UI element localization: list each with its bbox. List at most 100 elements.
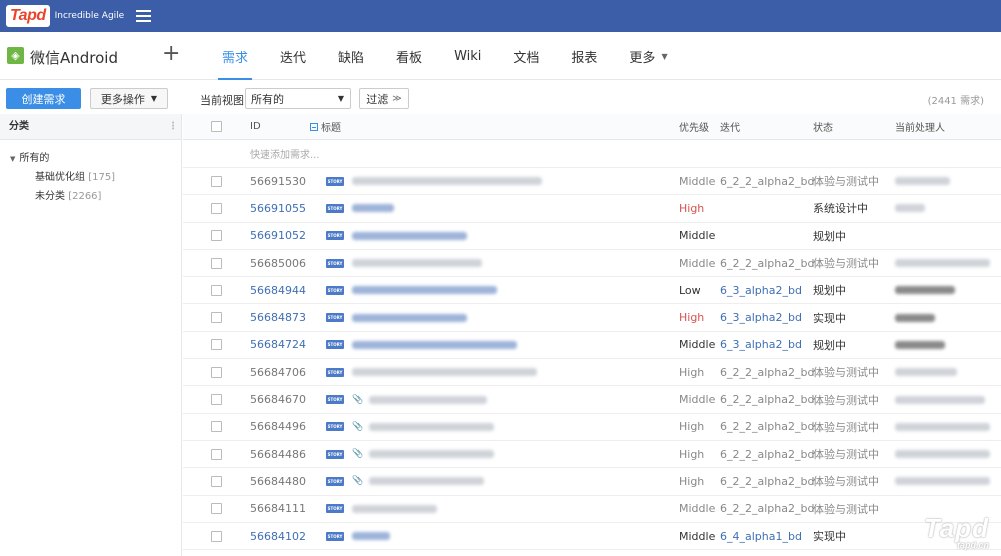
table-row[interactable]: 56684706 STORY High 6_2_2_alpha2_bd 体验与测试中 xyxy=(183,359,1001,387)
story-status[interactable]: 体验与测试中 xyxy=(813,359,879,385)
column-header-priority[interactable]: 优先级 xyxy=(679,114,709,139)
tab-reports[interactable]: 报表 xyxy=(559,32,609,80)
table-row[interactable]: 56684486 STORY 📎 High 6_2_2_alpha2_bd 体验与测试中 xyxy=(183,441,1001,469)
story-iteration[interactable]: 6_3_alpha2_bd xyxy=(720,304,802,330)
blurred-title[interactable] xyxy=(352,286,497,295)
blurred-title[interactable] xyxy=(352,532,390,540)
create-story-button[interactable]: 创建需求 xyxy=(6,88,81,109)
story-title[interactable]: STORY 📎 xyxy=(326,414,495,440)
row-checkbox[interactable] xyxy=(211,468,222,494)
story-title[interactable]: STORY xyxy=(326,523,390,549)
column-header-owner[interactable]: 当前处理人 xyxy=(895,114,945,139)
story-iteration[interactable]: 6_2_2_alpha2_bd xyxy=(720,441,814,467)
blurred-title[interactable] xyxy=(369,395,488,404)
story-status[interactable]: 体验与测试中 xyxy=(813,414,879,440)
row-checkbox[interactable] xyxy=(211,250,222,276)
story-owner[interactable] xyxy=(895,250,990,276)
story-status[interactable]: 实现中 xyxy=(813,523,846,549)
story-id[interactable]: 56684944 xyxy=(250,277,306,303)
blurred-title[interactable] xyxy=(352,231,467,240)
story-owner[interactable] xyxy=(895,468,990,494)
story-owner[interactable] xyxy=(895,386,985,412)
story-status[interactable]: 规划中 xyxy=(813,277,846,303)
story-iteration[interactable]: 6_2_2_alpha2_bd xyxy=(720,250,814,276)
story-iteration[interactable]: 6_2_2_alpha2_bd xyxy=(720,168,814,194)
story-title[interactable]: STORY 📎 xyxy=(326,468,485,494)
quick-add-row[interactable]: 快速添加需求... xyxy=(183,140,1001,168)
column-header-status[interactable]: 状态 xyxy=(813,114,833,139)
blurred-title[interactable] xyxy=(369,422,495,431)
blurred-title[interactable] xyxy=(352,177,542,186)
story-id[interactable]: 56684102 xyxy=(250,523,306,549)
story-title[interactable]: STORY xyxy=(326,304,467,330)
table-row[interactable]: 56684496 STORY 📎 High 6_2_2_alpha2_bd 体验与测试中 xyxy=(183,414,1001,441)
blurred-title[interactable] xyxy=(352,368,537,377)
story-id[interactable]: 56684706 xyxy=(250,359,306,385)
story-owner[interactable] xyxy=(895,414,990,440)
tree-item-all[interactable]: ▼ 所有的 xyxy=(0,140,181,164)
collapse-icon[interactable] xyxy=(310,122,318,131)
story-iteration[interactable]: 6_2_2_alpha2_bd xyxy=(720,414,814,440)
story-status[interactable]: 体验与测试中 xyxy=(813,250,879,276)
blurred-title[interactable] xyxy=(369,477,485,486)
row-checkbox[interactable] xyxy=(211,277,222,303)
caret-down-icon[interactable]: ▼ xyxy=(10,155,15,163)
story-id[interactable]: 56684496 xyxy=(250,414,306,440)
table-row[interactable]: 56691530 STORY Middle 6_2_2_alpha2_bd 体验与测试中 xyxy=(183,168,1001,196)
table-row[interactable]: 56684670 STORY 📎 Middle 6_2_2_alpha2_bd 体验与测试… xyxy=(183,386,1001,414)
row-checkbox[interactable] xyxy=(211,223,222,249)
blurred-title[interactable] xyxy=(352,313,467,322)
story-title[interactable]: STORY xyxy=(326,496,437,522)
menu-icon[interactable] xyxy=(136,10,152,22)
row-checkbox[interactable] xyxy=(211,332,222,358)
story-title[interactable]: STORY xyxy=(326,277,497,303)
resize-handle-icon[interactable]: ⋮ xyxy=(168,114,178,140)
tab-board[interactable]: 看板 xyxy=(384,32,434,80)
row-checkbox[interactable] xyxy=(211,386,222,412)
more-actions-button[interactable]: 更多操作 ▼ xyxy=(90,88,168,109)
story-owner[interactable] xyxy=(895,277,955,303)
story-owner[interactable] xyxy=(895,168,950,194)
story-id[interactable]: 56684111 xyxy=(250,496,306,522)
story-title[interactable]: STORY 📎 xyxy=(326,386,488,412)
quick-add-input[interactable]: 快速添加需求... xyxy=(250,140,320,167)
story-title[interactable]: STORY xyxy=(326,223,467,249)
story-status[interactable]: 体验与测试中 xyxy=(813,168,879,194)
table-row[interactable]: 56684724 STORY Middle 6_3_alpha2_bd 规划中 xyxy=(183,332,1001,360)
story-id[interactable]: 56684670 xyxy=(250,386,306,412)
story-status[interactable]: 规划中 xyxy=(813,223,846,249)
view-select[interactable]: 所有的 ▼ xyxy=(245,88,351,109)
table-row[interactable]: 56684102 STORY Middle 6_4_alpha1_bd 实现中 xyxy=(183,523,1001,551)
story-status[interactable]: 规划中 xyxy=(813,332,846,358)
add-icon[interactable]: + xyxy=(162,41,180,66)
project-name[interactable]: 微信Android xyxy=(30,47,118,68)
story-title[interactable]: STORY xyxy=(326,195,394,221)
story-owner[interactable] xyxy=(895,359,957,385)
tab-documents[interactable]: 文档 xyxy=(501,32,551,80)
tab-iterations[interactable]: 迭代 xyxy=(268,32,318,80)
story-title[interactable]: STORY xyxy=(326,359,537,385)
story-status[interactable]: 体验与测试中 xyxy=(813,468,879,494)
story-iteration[interactable]: 6_2_2_alpha2_bd xyxy=(720,496,814,522)
filter-button[interactable]: 过滤 ≫ xyxy=(359,88,409,109)
table-row[interactable]: 56691055 STORY High 系统设计中 xyxy=(183,195,1001,223)
tree-item-category[interactable]: 基础优化组 [175] xyxy=(0,164,181,183)
row-checkbox[interactable] xyxy=(211,359,222,385)
story-id[interactable]: 56684480 xyxy=(250,468,306,494)
table-row[interactable]: 56691052 STORY Middle 规划中 xyxy=(183,223,1001,250)
story-iteration[interactable]: 6_3_alpha2_bd xyxy=(720,277,802,303)
story-id[interactable]: 56691052 xyxy=(250,223,306,249)
story-id[interactable]: 56691530 xyxy=(250,168,306,194)
story-owner[interactable] xyxy=(895,195,925,221)
row-checkbox[interactable] xyxy=(211,168,222,194)
story-id[interactable]: 56684724 xyxy=(250,332,306,358)
blurred-title[interactable] xyxy=(352,340,517,349)
column-header-title[interactable]: 标题 xyxy=(310,114,341,139)
story-title[interactable]: STORY xyxy=(326,250,482,276)
story-id[interactable]: 56691055 xyxy=(250,195,306,221)
blurred-title[interactable] xyxy=(352,259,482,268)
select-all-checkbox[interactable] xyxy=(211,114,222,139)
tab-stories[interactable]: 需求 xyxy=(210,32,260,80)
story-status[interactable]: 体验与测试中 xyxy=(813,386,879,412)
story-title[interactable]: STORY xyxy=(326,332,517,358)
